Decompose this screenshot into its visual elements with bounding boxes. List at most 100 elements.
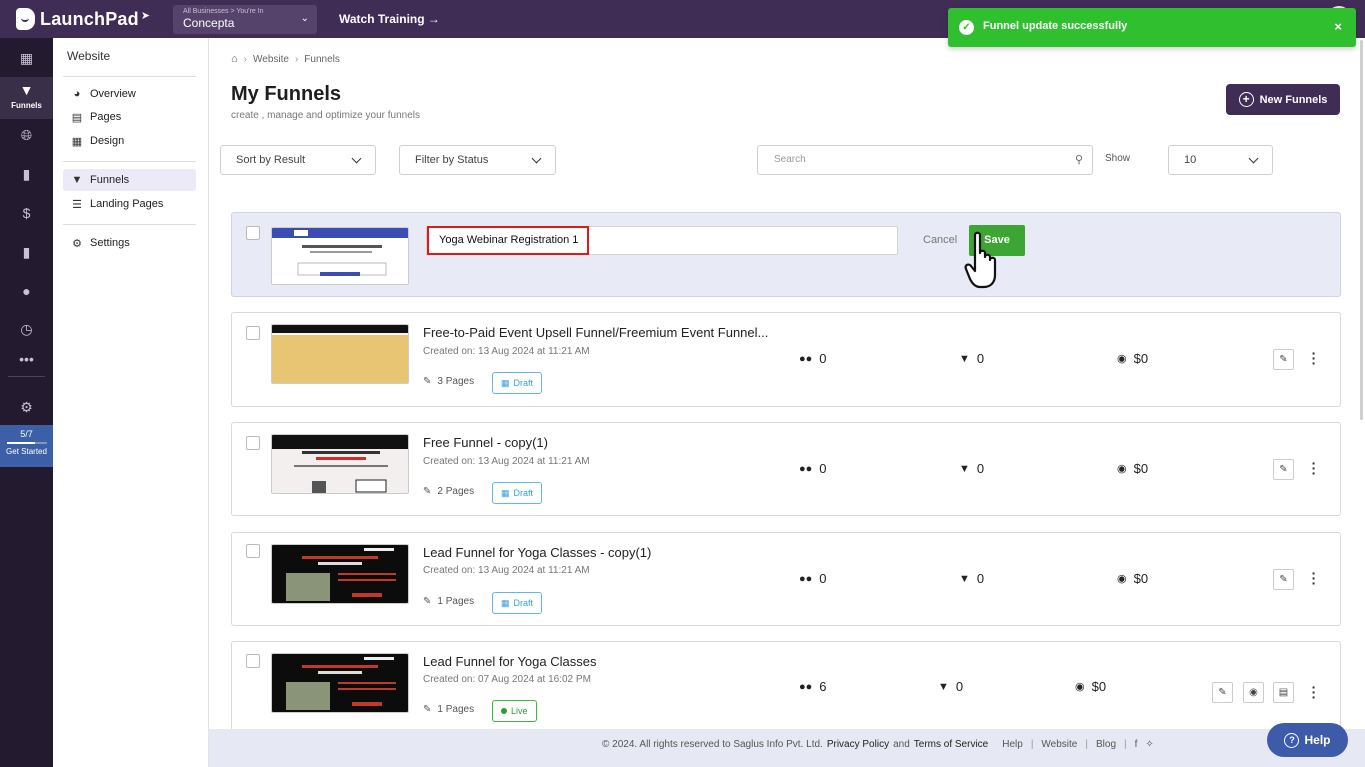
conversions-value: 0	[976, 461, 985, 476]
sort-select-value: Sort by Result	[236, 154, 306, 166]
success-toast: ✓ Funnel update successfully ×	[948, 8, 1356, 47]
terms-link[interactable]: Terms of Service	[914, 739, 988, 750]
money-bag-icon: ◉	[1075, 681, 1085, 693]
users-icon[interactable]: ●	[0, 272, 53, 310]
edit-button[interactable]: ✎	[1273, 349, 1294, 370]
privacy-policy-link[interactable]: Privacy Policy	[827, 739, 889, 750]
row-checkbox[interactable]	[246, 654, 260, 668]
page-count-label: 1 Pages	[437, 596, 475, 607]
edit-button[interactable]: ✎	[1212, 682, 1233, 703]
gear-icon[interactable]: ⚙	[0, 388, 53, 426]
search-icon[interactable]: ⚲	[1075, 153, 1083, 166]
footer-divider: |	[1124, 739, 1127, 750]
more-options-icon[interactable]: · · ·	[1311, 680, 1317, 704]
globe-icon[interactable]: 🌐︎	[0, 116, 53, 154]
home-icon[interactable]: ⌂	[231, 53, 238, 65]
status-filter-select[interactable]: Filter by Status	[399, 145, 556, 175]
menu-divider	[63, 224, 196, 225]
footer-help-link[interactable]: Help	[1002, 739, 1023, 750]
funnel-thumbnail	[271, 544, 409, 604]
menu-item-pages[interactable]: ▤ Pages	[63, 106, 196, 128]
page-title: My Funnels	[231, 83, 342, 105]
money-bag-icon: ◉	[1117, 463, 1127, 475]
status-label: Draft	[513, 488, 534, 498]
edit-button[interactable]: ✎	[1273, 459, 1294, 480]
logo-text: LaunchPad	[40, 8, 139, 29]
conversion-icon: ▼	[959, 572, 970, 585]
menu-item-label: Design	[90, 135, 125, 147]
conversion-icon: ▼	[959, 352, 970, 365]
visitors-value: 0	[819, 571, 827, 586]
more-options-icon[interactable]: · · ·	[1311, 566, 1317, 590]
revenue-stat: ◉ $0	[1117, 571, 1148, 586]
funnel-name-value: Yoga Webinar Registration 1	[439, 234, 579, 246]
row-checkbox[interactable]	[246, 226, 260, 240]
help-button[interactable]: ? Help	[1267, 723, 1348, 757]
landing-pages-icon: ☰	[72, 198, 82, 211]
rail-item-funnels[interactable]: ▼ Funnels	[0, 77, 53, 119]
chevron-down-icon	[1248, 153, 1259, 163]
menu-item-landing-pages[interactable]: ☰ Landing Pages	[63, 193, 196, 215]
page-size-select[interactable]: 10	[1168, 145, 1273, 175]
dashboard-icon[interactable]: ▦	[0, 39, 53, 77]
status-filter-value: Filter by Status	[415, 154, 489, 166]
menu-item-funnels[interactable]: ▼ Funnels	[63, 169, 196, 191]
menu-divider	[63, 161, 196, 162]
funnel-row[interactable]: Lead Funnel for Yoga Classes Created on:…	[231, 641, 1341, 736]
scrollbar[interactable]	[1360, 40, 1363, 420]
more-icon[interactable]: •••	[0, 340, 53, 378]
more-options-icon[interactable]: · · ·	[1311, 346, 1317, 370]
facebook-icon[interactable]: f	[1135, 739, 1138, 750]
visitors-value: 0	[819, 351, 827, 366]
menu-item-settings[interactable]: ⚙ Settings	[63, 232, 196, 254]
row-checkbox[interactable]	[246, 544, 260, 558]
dollar-icon[interactable]: $	[0, 194, 53, 232]
copyright-text: © 2024. All rights reserved to Saglus In…	[602, 739, 823, 750]
row-checkbox[interactable]	[246, 326, 260, 340]
conversions-stat: ▼ 0	[938, 679, 963, 694]
status-label: Draft	[513, 598, 534, 608]
funnel-name[interactable]: Free Funnel - copy(1)	[423, 435, 548, 450]
row-checkbox[interactable]	[246, 436, 260, 450]
new-funnels-button[interactable]: + New Funnels	[1226, 84, 1340, 115]
funnel-name[interactable]: Lead Funnel for Yoga Classes - copy(1)	[423, 545, 651, 560]
funnel-thumbnail	[271, 653, 409, 713]
conversions-stat: ▼ 0	[959, 351, 984, 366]
funnel-name[interactable]: Lead Funnel for Yoga Classes	[423, 654, 596, 669]
edit-button[interactable]: ✎	[1273, 569, 1294, 590]
search-input[interactable]: Search ⚲	[757, 145, 1093, 175]
breadcrumb-website[interactable]: Website	[253, 54, 289, 65]
close-icon[interactable]: ×	[1334, 19, 1342, 34]
watch-training-link[interactable]: Watch Training →	[339, 12, 440, 26]
video-icon[interactable]: ▮	[0, 155, 53, 193]
funnel-row[interactable]: Lead Funnel for Yoga Classes - copy(1) C…	[231, 532, 1341, 626]
footer: © 2024. All rights reserved to Saglus In…	[209, 729, 1365, 767]
website-menu: Website ◕ Overview ▤ Pages ▦ Design ▼ Fu…	[53, 38, 209, 767]
funnel-name[interactable]: Free-to-Paid Event Upsell Funnel/Freemiu…	[423, 325, 768, 340]
analytics-button[interactable]: ▤	[1273, 682, 1294, 703]
menu-item-label: Landing Pages	[90, 198, 164, 210]
revenue-value: $0	[1091, 679, 1107, 694]
logo-mark-icon	[16, 8, 35, 30]
get-started-label: Get Started	[6, 447, 47, 456]
twitter-icon[interactable]: ✧	[1145, 739, 1153, 750]
clipboard-icon: ▦	[501, 597, 510, 608]
funnel-row[interactable]: Free Funnel - copy(1) Created on: 13 Aug…	[231, 422, 1341, 516]
get-started-progress[interactable]: 5/7 Get Started	[0, 425, 53, 467]
analytics-icon[interactable]: ▮	[0, 233, 53, 271]
funnel-row[interactable]: Free-to-Paid Event Upsell Funnel/Freemiu…	[231, 312, 1341, 407]
footer-website-link[interactable]: Website	[1041, 739, 1077, 750]
menu-item-overview[interactable]: ◕ Overview	[63, 83, 196, 105]
rail-label-funnels: Funnels	[11, 101, 42, 110]
footer-blog-link[interactable]: Blog	[1096, 739, 1116, 750]
preview-button[interactable]: ◉	[1243, 682, 1264, 703]
conversion-icon: ▼	[959, 462, 970, 475]
sort-select[interactable]: Sort by Result	[220, 145, 376, 175]
edit-icon: ✎	[1279, 574, 1288, 585]
more-options-icon[interactable]: · · ·	[1311, 456, 1317, 480]
menu-item-design[interactable]: ▦ Design	[63, 130, 196, 152]
cancel-button[interactable]: Cancel	[923, 234, 957, 246]
business-selector[interactable]: All Businesses > You're In Concepta ⌄	[173, 5, 317, 34]
chevron-right-icon: ›	[243, 53, 247, 65]
logo[interactable]: LaunchPad ➤	[16, 8, 150, 30]
